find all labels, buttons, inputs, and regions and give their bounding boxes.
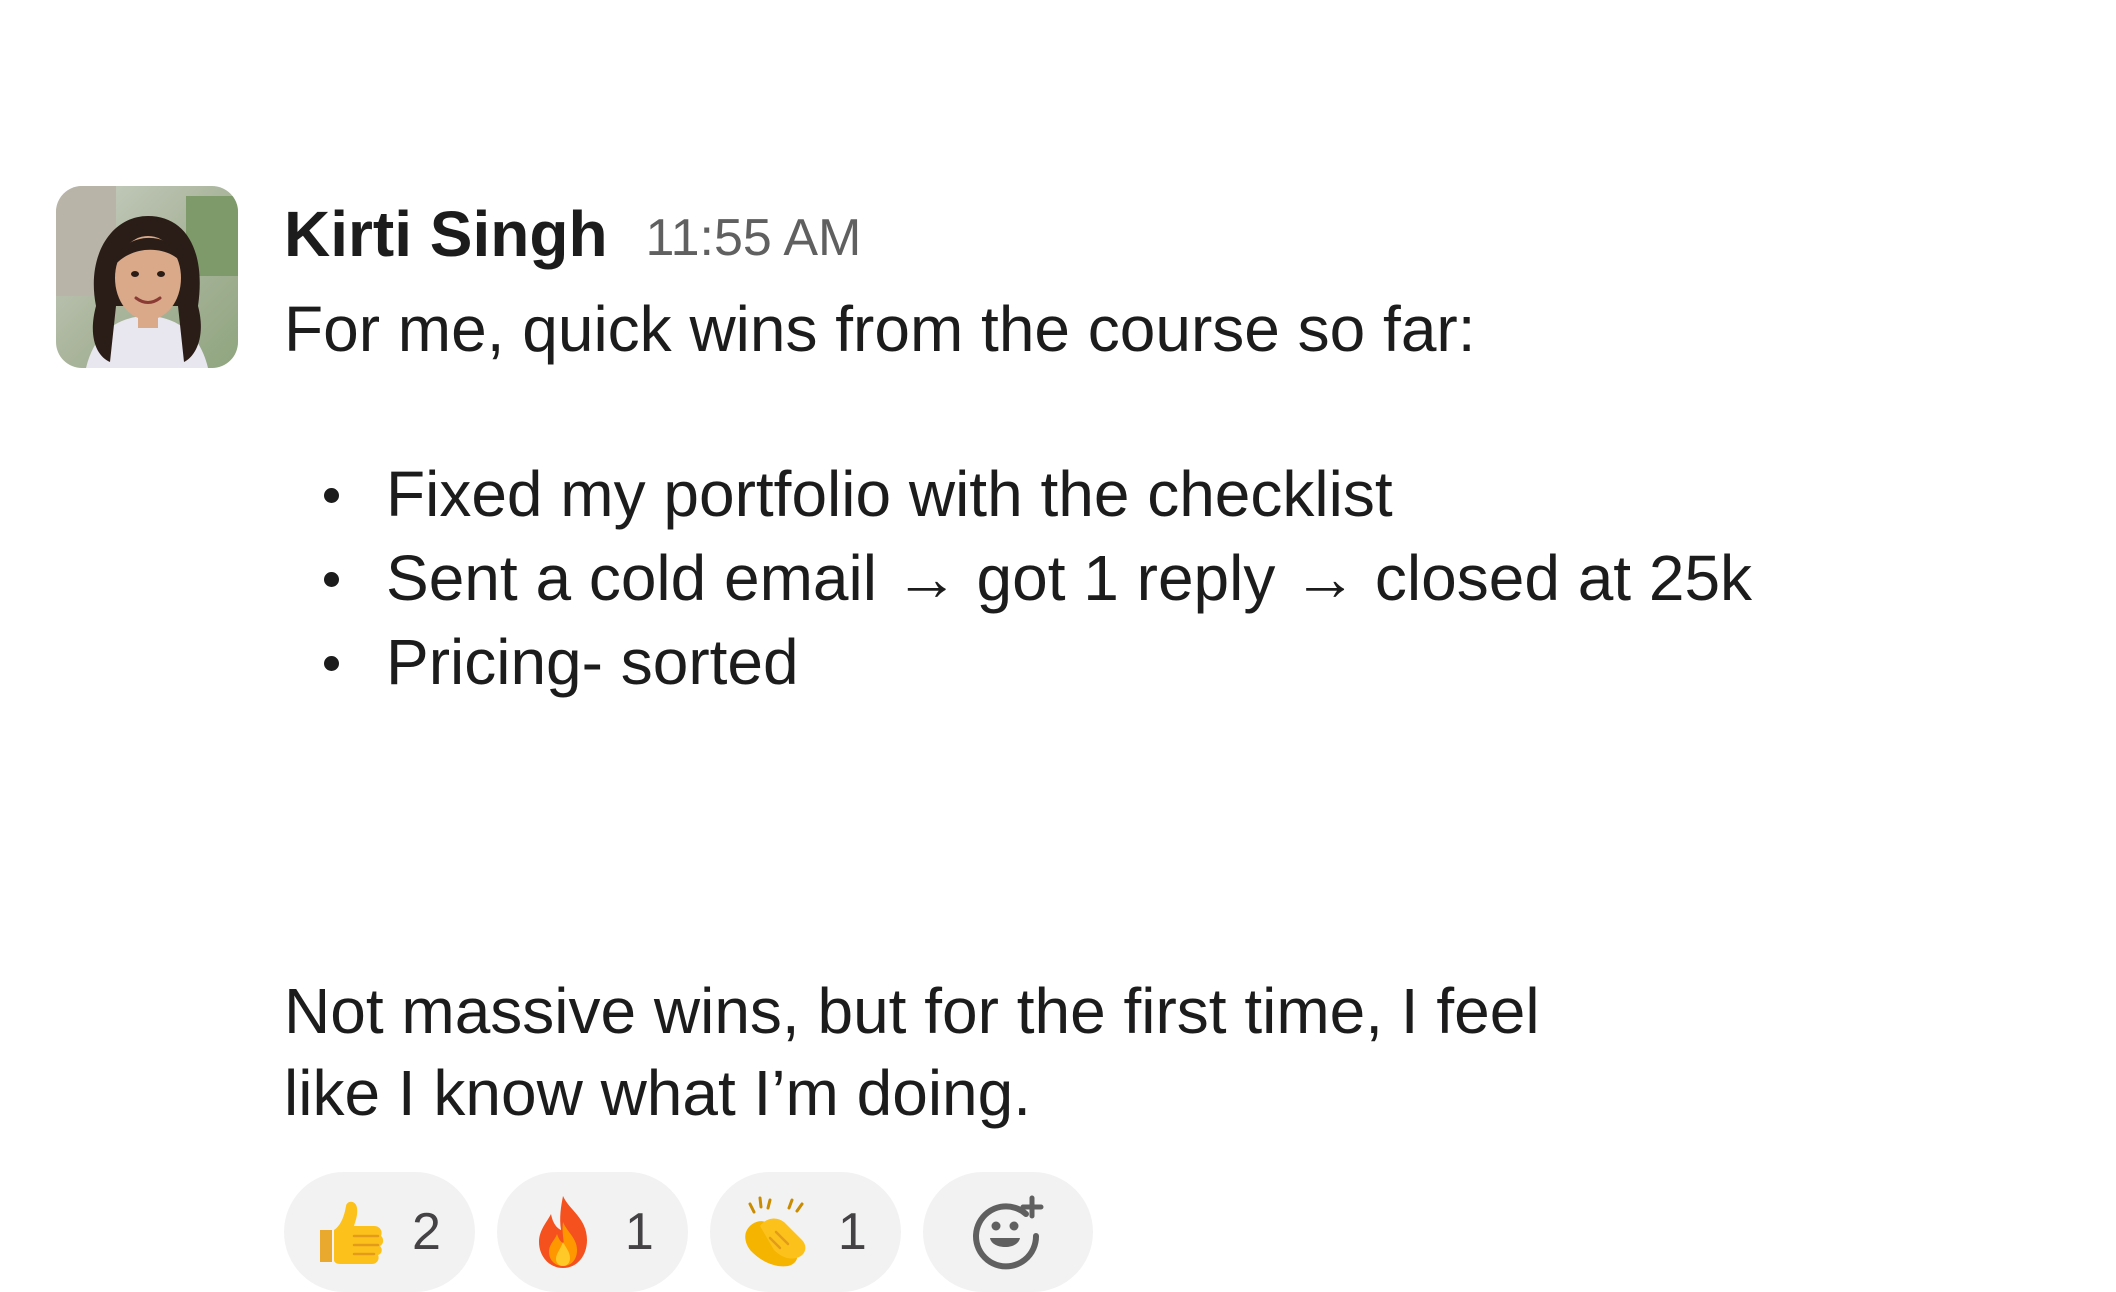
timestamp[interactable]: 11:55 AM <box>646 198 862 278</box>
reaction-thumbs-up[interactable]: 2 <box>284 1172 475 1292</box>
reaction-count: 1 <box>624 1203 654 1261</box>
bullet-dot <box>324 572 339 587</box>
list-item: Pricing- sorted <box>284 620 1752 704</box>
list-item-text: Pricing- sorted <box>386 626 799 698</box>
list-item-text: Fixed my portfolio with the checklist <box>386 458 1393 530</box>
list-item: Sent a cold email → got 1 reply → closed… <box>284 536 1752 620</box>
reaction-clapping-hands[interactable]: 1 <box>709 1172 901 1292</box>
bullet-dot <box>324 656 339 671</box>
list-item-text: Sent a cold email → got 1 reply → closed… <box>386 542 1753 614</box>
reaction-count: 2 <box>412 1203 441 1261</box>
message-intro: For me, quick wins from the course so fa… <box>284 293 1476 365</box>
outro-line-2: like I know what I’m doing. <box>284 1057 1031 1129</box>
list-item: Fixed my portfolio with the checklist <box>284 452 1752 536</box>
bullet-list: Fixed my portfolio with the checklist Se… <box>284 452 1752 704</box>
avatar[interactable] <box>56 186 238 368</box>
avatar-photo <box>56 186 238 368</box>
fire-icon <box>538 1196 587 1268</box>
message-outro: Not massive wins, but for the first time… <box>284 970 1540 1134</box>
bullet-dot <box>324 488 339 503</box>
add-reaction-button[interactable] <box>922 1172 1093 1292</box>
clapping-hands-icon <box>745 1196 806 1267</box>
author-name[interactable]: Kirti Singh <box>284 194 608 274</box>
message-header: Kirti Singh 11:55 AM <box>284 194 861 274</box>
outro-line-1: Not massive wins, but for the first time… <box>284 975 1540 1047</box>
add-reaction-icon <box>972 1195 1044 1270</box>
reaction-fire[interactable]: 1 <box>496 1172 688 1292</box>
thumbs-up-icon <box>320 1201 384 1264</box>
reactions-bar: 2 1 1 <box>284 1172 1093 1292</box>
reaction-count: 1 <box>837 1203 867 1261</box>
